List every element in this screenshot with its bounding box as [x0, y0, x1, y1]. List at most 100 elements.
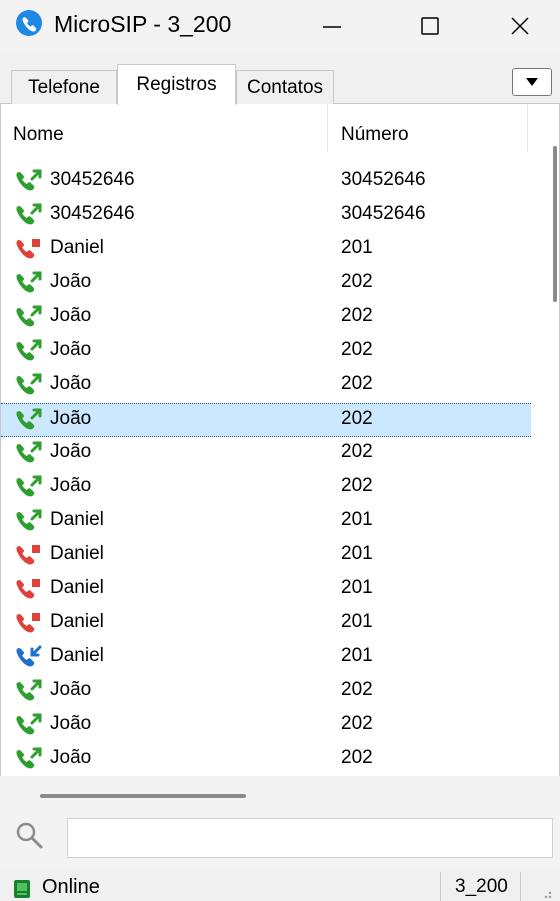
call-log-row[interactable]: 30452646 30452646: [1, 199, 531, 233]
call-log-number: 30452646: [341, 169, 426, 190]
call-log-row[interactable]: Daniel 201: [1, 641, 531, 675]
phone-outgoing-icon: [16, 713, 42, 735]
status-divider: [440, 872, 441, 901]
horizontal-scrollbar-thumb[interactable]: [40, 794, 246, 798]
call-log-rows: 30452646 30452646 30452646 30452646 Daniel 20…: [1, 165, 531, 776]
call-log-number: 202: [341, 305, 373, 326]
title-bar: MicroSIP - 3_200: [0, 0, 560, 52]
call-log-name: João: [50, 475, 92, 496]
phone-missed-icon: [16, 239, 40, 259]
call-log-number: 202: [341, 441, 373, 462]
microsip-app-icon: [16, 10, 42, 36]
call-log-number: 30452646: [341, 203, 426, 224]
status-bar: Online 3_200: [0, 868, 560, 901]
call-log-row[interactable]: João 202: [1, 437, 531, 471]
call-log-row[interactable]: Daniel 201: [1, 233, 531, 267]
main-menu-button[interactable]: [512, 68, 552, 96]
call-log-row[interactable]: Daniel 201: [1, 539, 531, 573]
account-label: 3_200: [455, 876, 508, 897]
call-log-name: Daniel: [50, 509, 104, 530]
phone-outgoing-icon: [16, 679, 42, 701]
call-log-row[interactable]: João 202: [1, 709, 531, 743]
call-log-list[interactable]: Nome Número 30452646 30452646 30452646 3045…: [0, 104, 560, 776]
call-log-row[interactable]: Daniel 201: [1, 505, 531, 539]
status-text: Online: [42, 876, 100, 898]
call-log-name: João: [50, 339, 92, 360]
phone-missed-icon: [16, 613, 40, 633]
call-log-number: 202: [341, 679, 373, 700]
close-icon: [511, 17, 529, 35]
call-log-name: Daniel: [50, 645, 104, 666]
phone-outgoing-icon: [16, 373, 42, 395]
call-log-name: João: [50, 271, 92, 292]
call-log-row[interactable]: Daniel 201: [1, 607, 531, 641]
call-log-number: 201: [341, 645, 373, 666]
maximize-icon: [421, 17, 439, 35]
call-log-number: 202: [341, 271, 373, 292]
phone-outgoing-icon: [16, 475, 42, 497]
window-title: MicroSIP - 3_200: [54, 11, 232, 37]
call-log-name: Daniel: [50, 543, 104, 564]
call-log-name: João: [50, 373, 92, 394]
call-log-row[interactable]: João 202: [1, 267, 531, 301]
call-log-number: 202: [341, 747, 373, 768]
column-divider[interactable]: [327, 104, 328, 152]
call-log-row[interactable]: João 202: [1, 743, 531, 776]
phone-outgoing-icon: [16, 509, 42, 531]
call-log-name: João: [50, 441, 92, 462]
minimize-button[interactable]: [292, 0, 372, 52]
column-header-number[interactable]: Número: [341, 124, 409, 146]
minimize-icon: [323, 26, 341, 28]
call-log-name: João: [50, 713, 92, 734]
tab-telefone[interactable]: Telefone: [11, 70, 117, 104]
call-log-name: João: [50, 408, 92, 429]
call-log-row[interactable]: João 202: [1, 335, 531, 369]
list-header: Nome Número: [1, 104, 559, 152]
call-log-row[interactable]: 30452646 30452646: [1, 165, 531, 199]
call-log-number: 201: [341, 577, 373, 598]
scrollbar-thumb[interactable]: [553, 146, 557, 302]
call-log-number: 201: [341, 509, 373, 530]
call-log-number: 202: [341, 408, 373, 429]
phone-missed-icon: [16, 579, 40, 599]
search-icon: [16, 822, 43, 849]
call-log-name: João: [50, 305, 92, 326]
phone-outgoing-icon: [16, 169, 42, 191]
phone-outgoing-icon: [16, 203, 42, 225]
resize-grip-icon[interactable]: [534, 886, 554, 900]
vertical-scrollbar[interactable]: [531, 104, 559, 776]
call-log-number: 201: [341, 543, 373, 564]
call-log-name: Daniel: [50, 611, 104, 632]
status-divider: [520, 872, 521, 901]
call-log-row[interactable]: João 202: [1, 301, 531, 335]
phone-outgoing-icon: [16, 305, 42, 327]
tab-registros[interactable]: Registros: [117, 64, 236, 105]
call-log-number: 201: [341, 237, 373, 258]
column-header-name[interactable]: Nome: [13, 124, 64, 146]
call-log-row[interactable]: Daniel 201: [1, 573, 531, 607]
phone-outgoing-icon: [16, 441, 42, 463]
call-log-row[interactable]: João 202: [1, 471, 531, 505]
call-log-name: Daniel: [50, 577, 104, 598]
call-log-name: 30452646: [50, 203, 135, 224]
call-log-row[interactable]: João 202: [1, 675, 531, 709]
close-button[interactable]: [480, 0, 560, 52]
online-status-icon: [14, 880, 30, 898]
maximize-button[interactable]: [390, 0, 470, 52]
tab-contatos[interactable]: Contatos: [236, 70, 334, 104]
call-log-number: 202: [341, 339, 373, 360]
column-divider[interactable]: [527, 104, 528, 152]
phone-outgoing-icon: [16, 747, 42, 769]
search-input[interactable]: [67, 818, 553, 858]
phone-outgoing-icon: [16, 339, 42, 361]
call-log-number: 202: [341, 475, 373, 496]
call-log-row[interactable]: João 202: [1, 403, 531, 437]
call-log-number: 202: [341, 713, 373, 734]
dropdown-arrow-icon: [526, 78, 538, 86]
call-log-name: João: [50, 747, 92, 768]
call-log-name: João: [50, 679, 92, 700]
call-log-row[interactable]: João 202: [1, 369, 531, 403]
phone-outgoing-icon: [16, 271, 42, 293]
call-log-number: 202: [341, 373, 373, 394]
call-log-name: Daniel: [50, 237, 104, 258]
